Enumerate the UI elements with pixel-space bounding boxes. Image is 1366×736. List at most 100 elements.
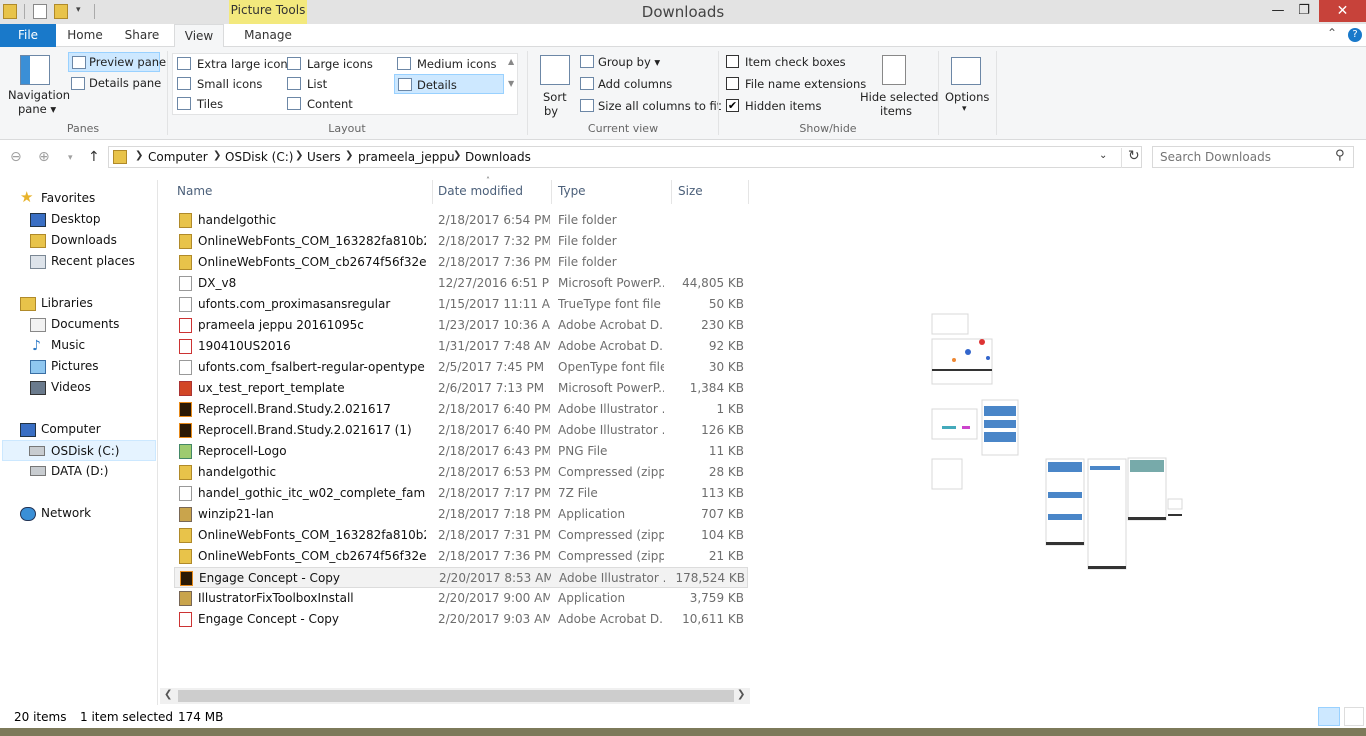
scroll-left-icon[interactable]: ❮ <box>164 689 172 700</box>
layout-list[interactable]: List <box>286 75 390 93</box>
crumb-separator[interactable]: ❯ <box>295 150 303 161</box>
file-row[interactable]: blank handel_gothic_itc_w02_complete_fami… <box>174 483 748 504</box>
breadcrumb-osdisk[interactable]: OSDisk (C:) <box>225 150 293 164</box>
address-bar[interactable]: ❯ Computer ❯ OSDisk (C:) ❯ Users ❯ prame… <box>108 146 1142 168</box>
preview-pane-button[interactable]: Preview pane <box>68 52 166 72</box>
file-row[interactable]: pdf Engage Concept - Copy 2/20/2017 9:03 A… <box>174 609 748 630</box>
maximize-button[interactable]: ❐ <box>1290 0 1318 22</box>
collapse-ribbon-icon[interactable]: ⌃ <box>1327 26 1337 40</box>
sort-by-button[interactable]: Sort by <box>536 51 574 119</box>
layout-extra-large-icons[interactable]: Extra large icons <box>176 55 294 73</box>
details-pane-button[interactable]: Details pane <box>68 74 161 94</box>
navigation-pane-button[interactable]: Navigation pane ▾ <box>6 51 70 119</box>
layout-details[interactable]: Details <box>394 74 504 94</box>
file-row[interactable]: ai Reprocell.Brand.Study.2.021617 2/18/201… <box>174 399 748 420</box>
file-row[interactable]: pdf 190410US2016 1/31/2017 7:48 AM Adobe Ac… <box>174 336 748 357</box>
layout-large-icons[interactable]: Large icons <box>286 55 390 73</box>
file-row[interactable]: png Reprocell-Logo 2/18/2017 6:43 PM PNG Fi… <box>174 441 748 462</box>
scroll-right-icon[interactable]: ❯ <box>737 689 745 700</box>
layout-content[interactable]: Content <box>286 95 390 113</box>
layout-medium-icons[interactable]: Medium icons <box>396 55 502 73</box>
search-input[interactable] <box>1160 150 1330 164</box>
gallery-scroll-up-icon[interactable]: ▲ <box>508 57 514 66</box>
nav-data-drive[interactable]: DATA (D:) <box>30 461 150 482</box>
breadcrumb-downloads[interactable]: Downloads <box>465 150 531 164</box>
refresh-icon[interactable]: ↻ <box>1121 148 1140 168</box>
column-type[interactable]: Type <box>558 184 586 198</box>
nav-favorites[interactable]: ★ Favorites <box>20 188 150 209</box>
scrollbar-thumb[interactable] <box>178 690 734 702</box>
file-row[interactable]: file DX_v8 12/27/2016 6:51 PM Microsoft Pow… <box>174 273 748 294</box>
column-separator[interactable] <box>551 180 552 204</box>
breadcrumb-users[interactable]: Users <box>307 150 341 164</box>
item-check-boxes-toggle[interactable]: Item check boxes <box>724 54 846 70</box>
tab-manage[interactable]: Manage <box>238 24 298 47</box>
crumb-separator[interactable]: ❯ <box>453 150 461 161</box>
file-row[interactable]: folder handelgothic 2/18/2017 6:54 PM File … <box>174 210 748 231</box>
column-separator[interactable] <box>748 180 749 204</box>
breadcrumb-computer[interactable]: Computer <box>148 150 208 164</box>
layout-tiles[interactable]: Tiles <box>176 95 284 113</box>
column-name[interactable]: Name <box>177 184 212 198</box>
horizontal-scrollbar[interactable]: ❮ ❯ <box>160 688 750 704</box>
file-row[interactable]: font ufonts.com_proximasansregular 1/15/20… <box>174 294 748 315</box>
forward-button[interactable]: ⊕ <box>38 149 50 165</box>
layout-small-icons[interactable]: Small icons <box>176 75 284 93</box>
crumb-separator[interactable]: ❯ <box>135 150 143 161</box>
file-name-extensions-toggle[interactable]: File name extensions <box>724 76 866 92</box>
help-icon[interactable]: ? <box>1348 28 1362 42</box>
nav-desktop[interactable]: Desktop <box>30 209 150 230</box>
breadcrumb-user[interactable]: prameela_jeppu <box>358 150 455 164</box>
add-columns-button[interactable]: Add columns <box>578 75 678 93</box>
column-date[interactable]: Date modified <box>438 184 523 198</box>
file-row[interactable]: ai Engage Concept - Copy 2/20/2017 8:53 AM… <box>174 567 748 588</box>
up-button[interactable]: ↑ <box>88 149 100 165</box>
options-button[interactable]: Options ▾ <box>942 51 992 119</box>
nav-videos[interactable]: Videos <box>30 377 150 398</box>
hidden-items-checkbox[interactable]: ✔ <box>726 99 739 112</box>
column-separator[interactable] <box>671 180 672 204</box>
nav-documents[interactable]: Documents <box>30 314 150 335</box>
details-view-button[interactable] <box>1318 707 1340 726</box>
crumb-separator[interactable]: ❯ <box>345 150 353 161</box>
column-separator[interactable] <box>432 180 433 204</box>
file-row[interactable]: folder OnlineWebFonts_COM_cb2674f56f32ecd… <box>174 252 748 273</box>
hidden-items-toggle[interactable]: ✔ Hidden items <box>724 98 824 114</box>
file-row[interactable]: ppt ux_test_report_template 2/6/2017 7:13 … <box>174 378 748 399</box>
address-dropdown-icon[interactable]: ⌄ <box>1099 150 1107 161</box>
column-size[interactable]: Size <box>678 184 703 198</box>
tab-file[interactable]: File <box>0 24 56 47</box>
nav-downloads[interactable]: Downloads <box>30 230 150 251</box>
file-row[interactable]: app IllustratorFixToolboxInstall 2/20/2017… <box>174 588 748 609</box>
item-check-boxes-checkbox[interactable] <box>726 55 739 68</box>
tab-view[interactable]: View <box>174 24 224 48</box>
tab-share[interactable]: Share <box>118 24 166 47</box>
nav-pictures[interactable]: Pictures <box>30 356 150 377</box>
file-row[interactable]: ai Reprocell.Brand.Study.2.021617 (1) 2/18… <box>174 420 748 441</box>
nav-network[interactable]: Network <box>20 503 150 524</box>
tab-home[interactable]: Home <box>62 24 108 47</box>
file-row[interactable]: folder OnlineWebFonts_COM_163282fa810b2de… <box>174 231 748 252</box>
hide-selected-items-button[interactable]: Hide selected items <box>858 51 938 119</box>
recent-locations-icon[interactable]: ▾ <box>68 153 73 163</box>
search-box[interactable]: ⚲ <box>1152 146 1354 168</box>
nav-recent[interactable]: Recent places <box>30 251 155 272</box>
nav-osdisk[interactable]: OSDisk (C:) <box>2 440 156 461</box>
nav-computer[interactable]: Computer <box>20 419 150 440</box>
file-name-extensions-checkbox[interactable] <box>726 77 739 90</box>
file-row[interactable]: font ufonts.com_fsalbert-regular-opentype… <box>174 357 748 378</box>
nav-music[interactable]: ♪ Music <box>30 335 150 356</box>
file-row[interactable]: zip OnlineWebFonts_COM_163282fa810b2de...… <box>174 525 748 546</box>
nav-libraries[interactable]: Libraries <box>20 293 150 314</box>
file-row[interactable]: pdf prameela jeppu 20161095c 1/23/2017 10:… <box>174 315 748 336</box>
large-icons-view-button[interactable] <box>1344 707 1364 726</box>
search-icon[interactable]: ⚲ <box>1335 148 1345 163</box>
back-button[interactable]: ⊖ <box>10 149 22 165</box>
size-columns-button[interactable]: Size all columns to fit <box>578 97 721 115</box>
file-row[interactable]: zip handelgothic 2/18/2017 6:53 PM Compress… <box>174 462 748 483</box>
group-by-button[interactable]: Group by ▾ <box>578 53 668 71</box>
gallery-scroll-down-icon[interactable]: ▼ <box>508 79 514 88</box>
close-button[interactable]: ✕ <box>1319 0 1366 22</box>
crumb-separator[interactable]: ❯ <box>213 150 221 161</box>
file-row[interactable]: app winzip21-lan 2/18/2017 7:18 PM Applicat… <box>174 504 748 525</box>
